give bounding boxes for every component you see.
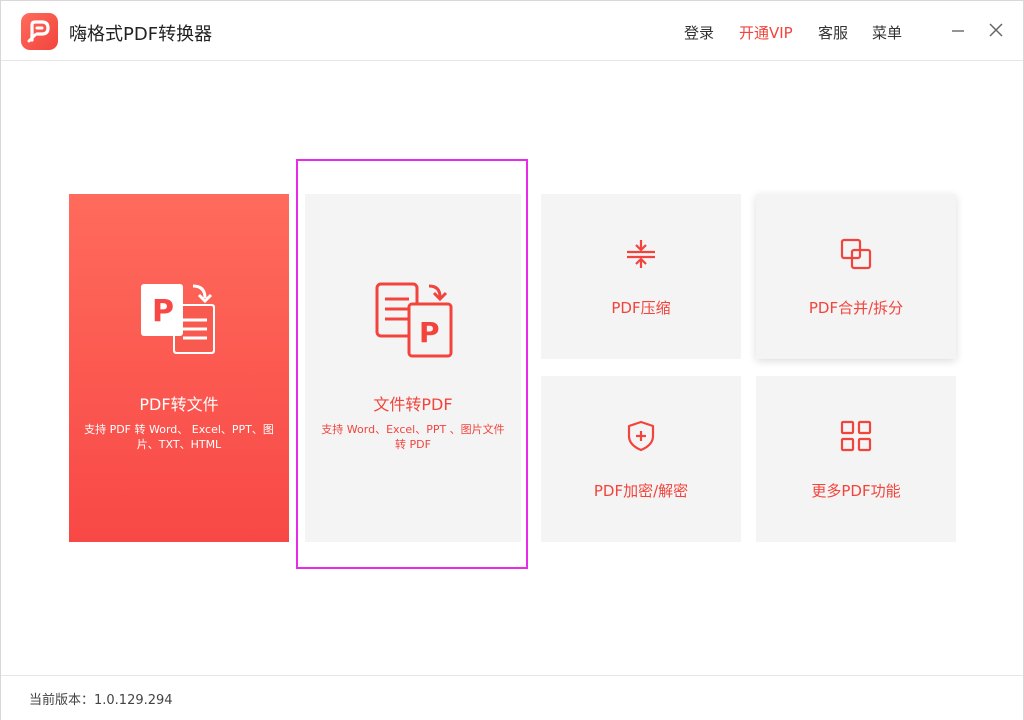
pdf-to-file-title: PDF转文件: [139, 395, 219, 414]
more-pdf-features-title: 更多PDF功能: [811, 482, 901, 500]
pdf-compress-card[interactable]: PDF压缩: [541, 194, 741, 359]
file-to-pdf-desc: 支持 Word、Excel、PPT 、图片文件转 PDF: [321, 423, 505, 451]
merge-icon: [840, 238, 872, 270]
shield-plus-icon: [627, 420, 655, 452]
pdf-to-file-icon: P: [141, 284, 215, 354]
customer-service-link[interactable]: 客服: [818, 22, 848, 43]
minimize-icon: [952, 30, 964, 32]
more-pdf-features-card[interactable]: 更多PDF功能: [756, 376, 956, 542]
svg-text:P: P: [152, 294, 174, 329]
pdf-encrypt-card[interactable]: PDF加密/解密: [541, 376, 741, 542]
close-icon: [989, 23, 1003, 37]
grid-icon: [840, 420, 872, 452]
compress-icon: [627, 240, 655, 268]
minimize-button[interactable]: [947, 19, 969, 41]
pdf-compress-title: PDF压缩: [611, 299, 671, 317]
pdf-merge-split-card[interactable]: PDF合并/拆分: [756, 194, 956, 359]
file-to-pdf-title: 文件转PDF: [373, 395, 453, 414]
pdf-encrypt-title: PDF加密/解密: [593, 482, 689, 500]
file-to-pdf-card[interactable]: P 文件转PDF 支持 Word、Excel、PPT 、图片文件转 PDF: [305, 194, 521, 542]
status-bar: 当前版本：1.0.129.294: [1, 675, 1023, 720]
app-window: 嗨格式PDF转换器 登录 开通VIP 客服 菜单 P PDF转文件 支持 PDF…: [0, 0, 1024, 720]
version-text: 当前版本：1.0.129.294: [29, 693, 173, 708]
pdf-merge-split-title: PDF合并/拆分: [808, 299, 904, 317]
pdf-to-file-desc: 支持 PDF 转 Word、 Excel、PPT、图片、TXT、HTML: [84, 423, 274, 451]
app-title: 嗨格式PDF转换器: [69, 24, 213, 45]
pdf-to-file-card[interactable]: P PDF转文件 支持 PDF 转 Word、 Excel、PPT、图片、TXT…: [69, 194, 289, 542]
svg-text:P: P: [419, 316, 440, 349]
login-link[interactable]: 登录: [684, 22, 714, 43]
close-button[interactable]: [985, 19, 1007, 41]
file-to-pdf-icon: P: [375, 282, 453, 358]
pdf-logo-icon: [21, 13, 58, 50]
title-bar: 嗨格式PDF转换器 登录 开通VIP 客服 菜单: [1, 1, 1023, 61]
menu-link[interactable]: 菜单: [872, 22, 902, 43]
vip-link[interactable]: 开通VIP: [739, 22, 793, 43]
